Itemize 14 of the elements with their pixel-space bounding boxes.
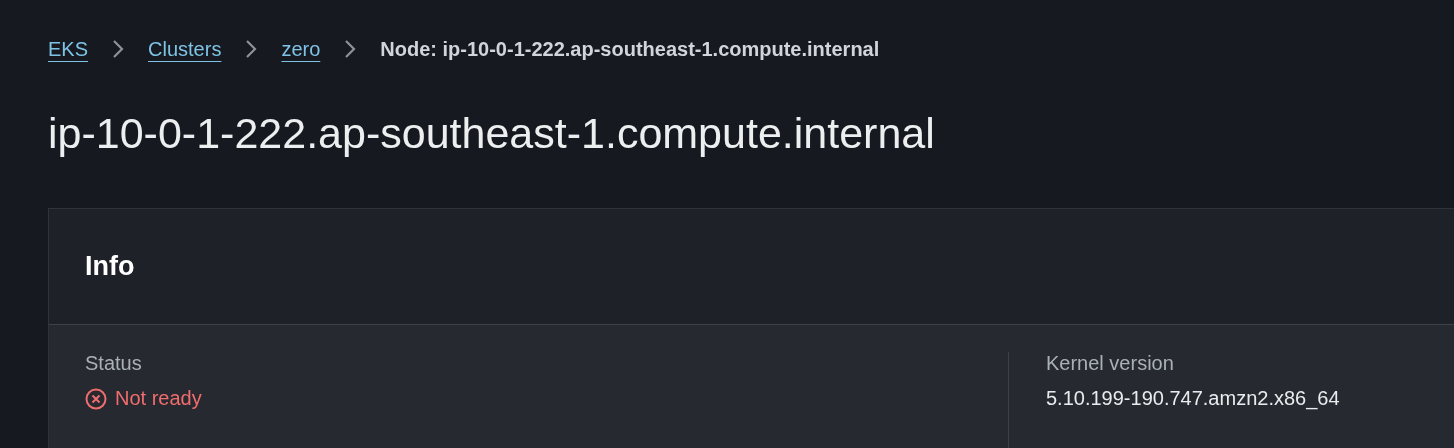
field-label: Kernel version [1046,352,1175,375]
field-value: 5.10.199-190.747.amzn2.x86_64 [1046,387,1340,410]
status-text: Not ready [115,387,202,410]
breadcrumb-current: Node: ip-10-0-1-222.ap-southeast-1.compute.internal [380,37,880,61]
field-label: Status [85,352,143,375]
error-icon [85,387,107,410]
chevron-right-icon [112,39,125,59]
breadcrumb-link[interactable]: EKS [48,37,89,61]
chevron-right-icon [344,39,357,59]
panel-title: Info [85,251,135,282]
breadcrumb-link[interactable]: zero [281,37,321,61]
breadcrumb-link[interactable]: Clusters [148,37,222,61]
page-title: ip-10-0-1-222.ap-southeast-1.compute.internal [48,108,936,158]
chevron-right-icon [245,39,258,59]
